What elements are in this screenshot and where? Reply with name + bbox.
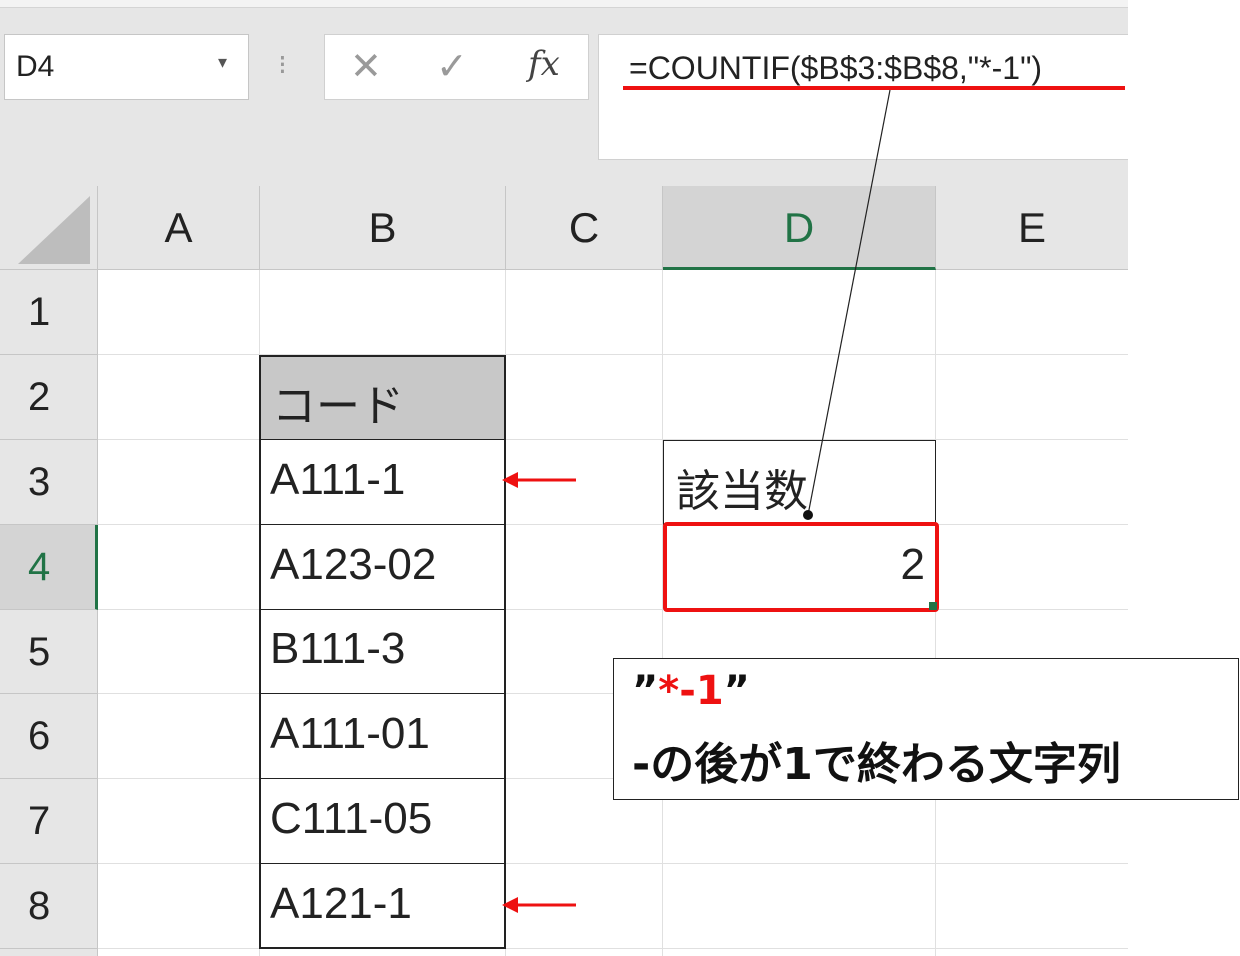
connector-dot [803, 510, 813, 520]
annotation-overlay [502, 89, 891, 913]
arrow-left-icon [502, 472, 576, 488]
arrow-left-icon [502, 897, 576, 913]
connector-line [807, 89, 891, 516]
